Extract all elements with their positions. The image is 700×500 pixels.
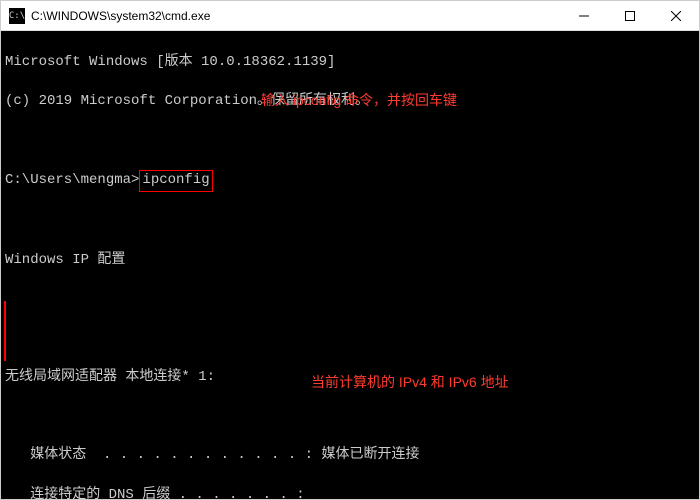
adapter1-media-state: 媒体状态 . . . . . . . . . . . . : 媒体已断开连接: [5, 446, 695, 466]
ipconfig-command-highlight: ipconfig: [139, 170, 212, 192]
cmd-icon: C:\: [9, 8, 25, 24]
terminal-area[interactable]: Microsoft Windows [版本 10.0.18362.1139] (…: [1, 31, 699, 499]
prompt-line-1: C:\Users\mengma>ipconfig: [5, 170, 695, 192]
annotation-command-hint: 输入 ipconfig 命令，并按回车键: [261, 91, 457, 111]
annotation-side-bar: [4, 301, 6, 361]
version-line: Microsoft Windows [版本 10.0.18362.1139]: [5, 53, 695, 73]
adapter1-dns-suffix: 连接特定的 DNS 后缀 . . . . . . . :: [5, 486, 695, 499]
minimize-button[interactable]: [561, 1, 607, 31]
prompt-path: C:\Users\mengma>: [5, 172, 139, 188]
maximize-button[interactable]: [607, 1, 653, 31]
titlebar[interactable]: C:\ C:\WINDOWS\system32\cmd.exe: [1, 1, 699, 31]
ipconfig-header: Windows IP 配置: [5, 251, 695, 271]
annotation-ip-hint: 当前计算机的 IPv4 和 IPv6 地址: [311, 373, 509, 393]
cmd-window: C:\ C:\WINDOWS\system32\cmd.exe Microsof…: [0, 0, 700, 500]
window-title: C:\WINDOWS\system32\cmd.exe: [31, 9, 210, 23]
close-button[interactable]: [653, 1, 699, 31]
